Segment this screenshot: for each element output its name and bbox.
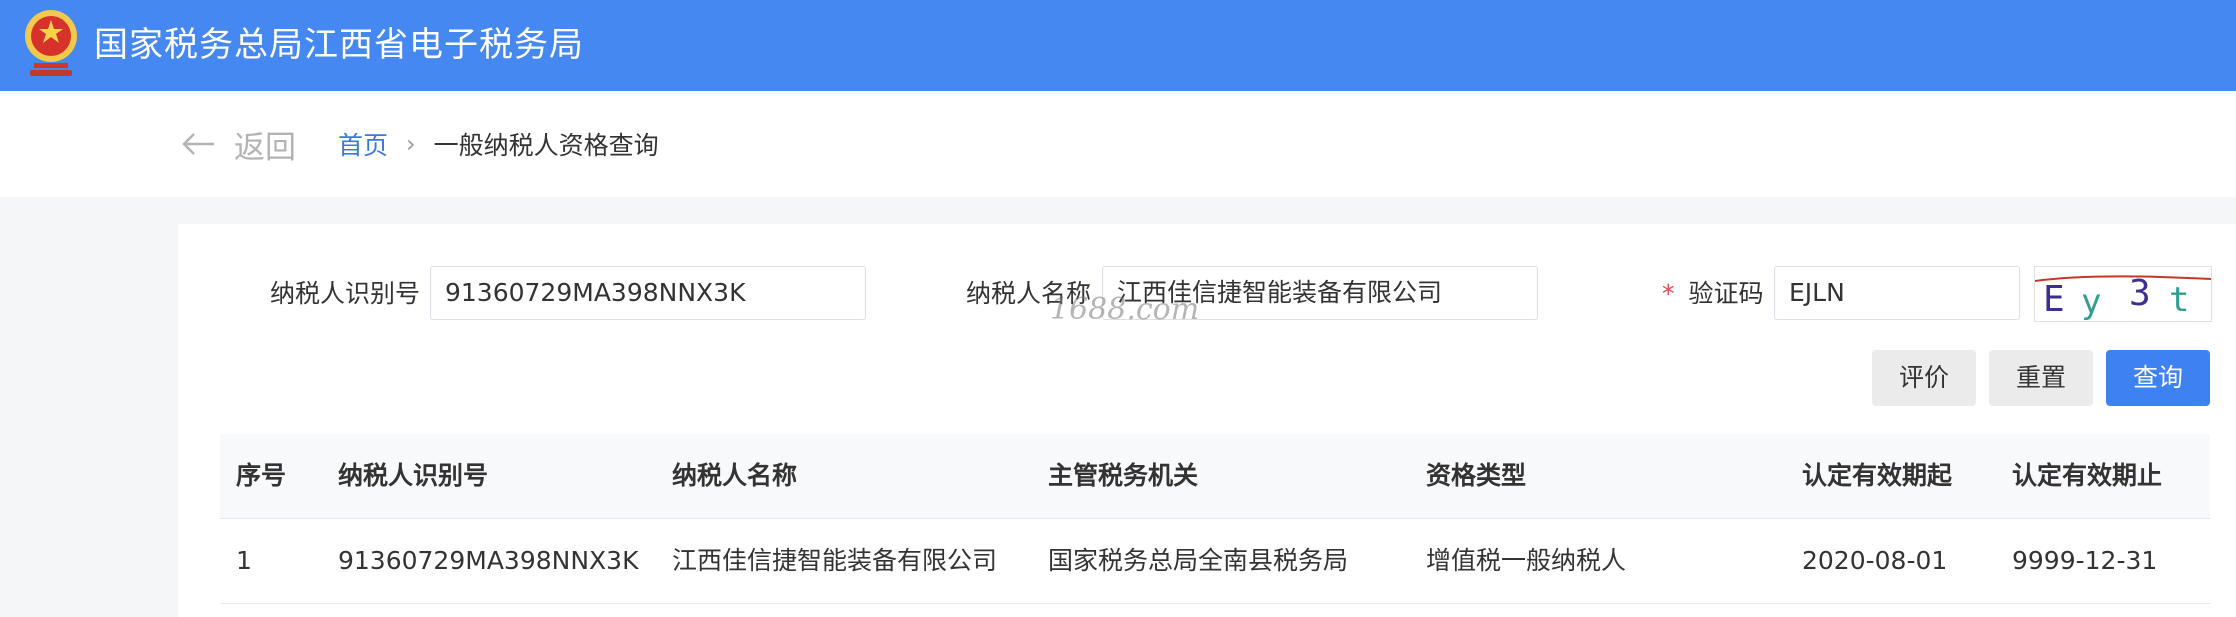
taxpayer-name-input[interactable]: 江西佳信捷智能装备有限公司 — [1102, 266, 1538, 320]
breadcrumb: 首页 › 一般纳税人资格查询 — [338, 121, 659, 167]
top-header: 国家税务总局江西省电子税务局 — [0, 0, 2236, 91]
site-title: 国家税务总局江西省电子税务局 — [94, 25, 584, 65]
chevron-right-icon: › — [406, 130, 416, 158]
breadcrumb-home-link[interactable]: 首页 — [338, 126, 388, 162]
back-button[interactable]: 返回 — [182, 121, 296, 167]
captcha-label-text: 验证码 — [1688, 279, 1764, 308]
captcha-image[interactable]: E y 3 t — [2034, 266, 2212, 322]
evaluate-button[interactable]: 评价 — [1872, 350, 1976, 406]
table-row: 1 91360729MA398NNX3K 江西佳信捷智能装备有限公司 国家税务总… — [220, 519, 2210, 604]
breadcrumb-current: 一般纳税人资格查询 — [433, 131, 659, 160]
table-cell: 9999-12-31 — [2012, 546, 2158, 575]
reset-button[interactable]: 重置 — [1989, 350, 2093, 406]
taxpayer-id-label: 纳税人识别号 — [270, 279, 421, 308]
captcha-graphic: E y 3 t — [2034, 273, 2212, 322]
column-header: 纳税人识别号 — [338, 461, 489, 490]
back-label: 返回 — [234, 129, 296, 166]
taxpayer-id-input[interactable]: 91360729MA398NNX3K — [430, 266, 866, 320]
column-header: 认定有效期止 — [2012, 461, 2163, 490]
table-cell: 2020-08-01 — [1802, 546, 1948, 575]
table-cell: 国家税务总局全南县税务局 — [1048, 546, 1349, 575]
captcha-char-2: y — [2081, 282, 2101, 321]
national-emblem-icon — [25, 10, 77, 76]
column-header: 认定有效期起 — [1802, 461, 1953, 490]
table-header: 序号 纳税人识别号 纳税人名称 主管税务机关 资格类型 认定有效期起 认定有效期… — [220, 434, 2210, 519]
taxpayer-name-label: 纳税人名称 — [966, 279, 1092, 308]
column-header: 主管税务机关 — [1048, 461, 1199, 490]
query-button[interactable]: 查询 — [2106, 350, 2210, 406]
query-panel: 纳税人识别号 91360729MA398NNX3K 纳税人名称 江西佳信捷智能装… — [178, 224, 2236, 617]
column-header: 资格类型 — [1426, 461, 1527, 490]
table-cell: 江西佳信捷智能装备有限公司 — [672, 546, 998, 575]
captcha-char-1: E — [2043, 279, 2065, 320]
arrow-left-icon — [182, 133, 214, 155]
result-table: 序号 纳税人识别号 纳税人名称 主管税务机关 资格类型 认定有效期起 认定有效期… — [220, 434, 2210, 604]
captcha-char-3: 3 — [2129, 273, 2151, 314]
required-mark: * — [1662, 279, 1675, 308]
nav-bar: 返回 首页 › 一般纳税人资格查询 — [0, 91, 2236, 197]
column-header: 序号 — [236, 461, 287, 490]
table-cell: 91360729MA398NNX3K — [338, 546, 639, 575]
captcha-char-4: t — [2169, 280, 2189, 320]
table-cell: 增值税一般纳税人 — [1426, 546, 1627, 575]
table-cell: 1 — [236, 546, 252, 575]
column-header: 纳税人名称 — [672, 461, 798, 490]
captcha-input[interactable]: EJLN — [1774, 266, 2020, 320]
captcha-label: * 验证码 — [1662, 266, 1764, 322]
